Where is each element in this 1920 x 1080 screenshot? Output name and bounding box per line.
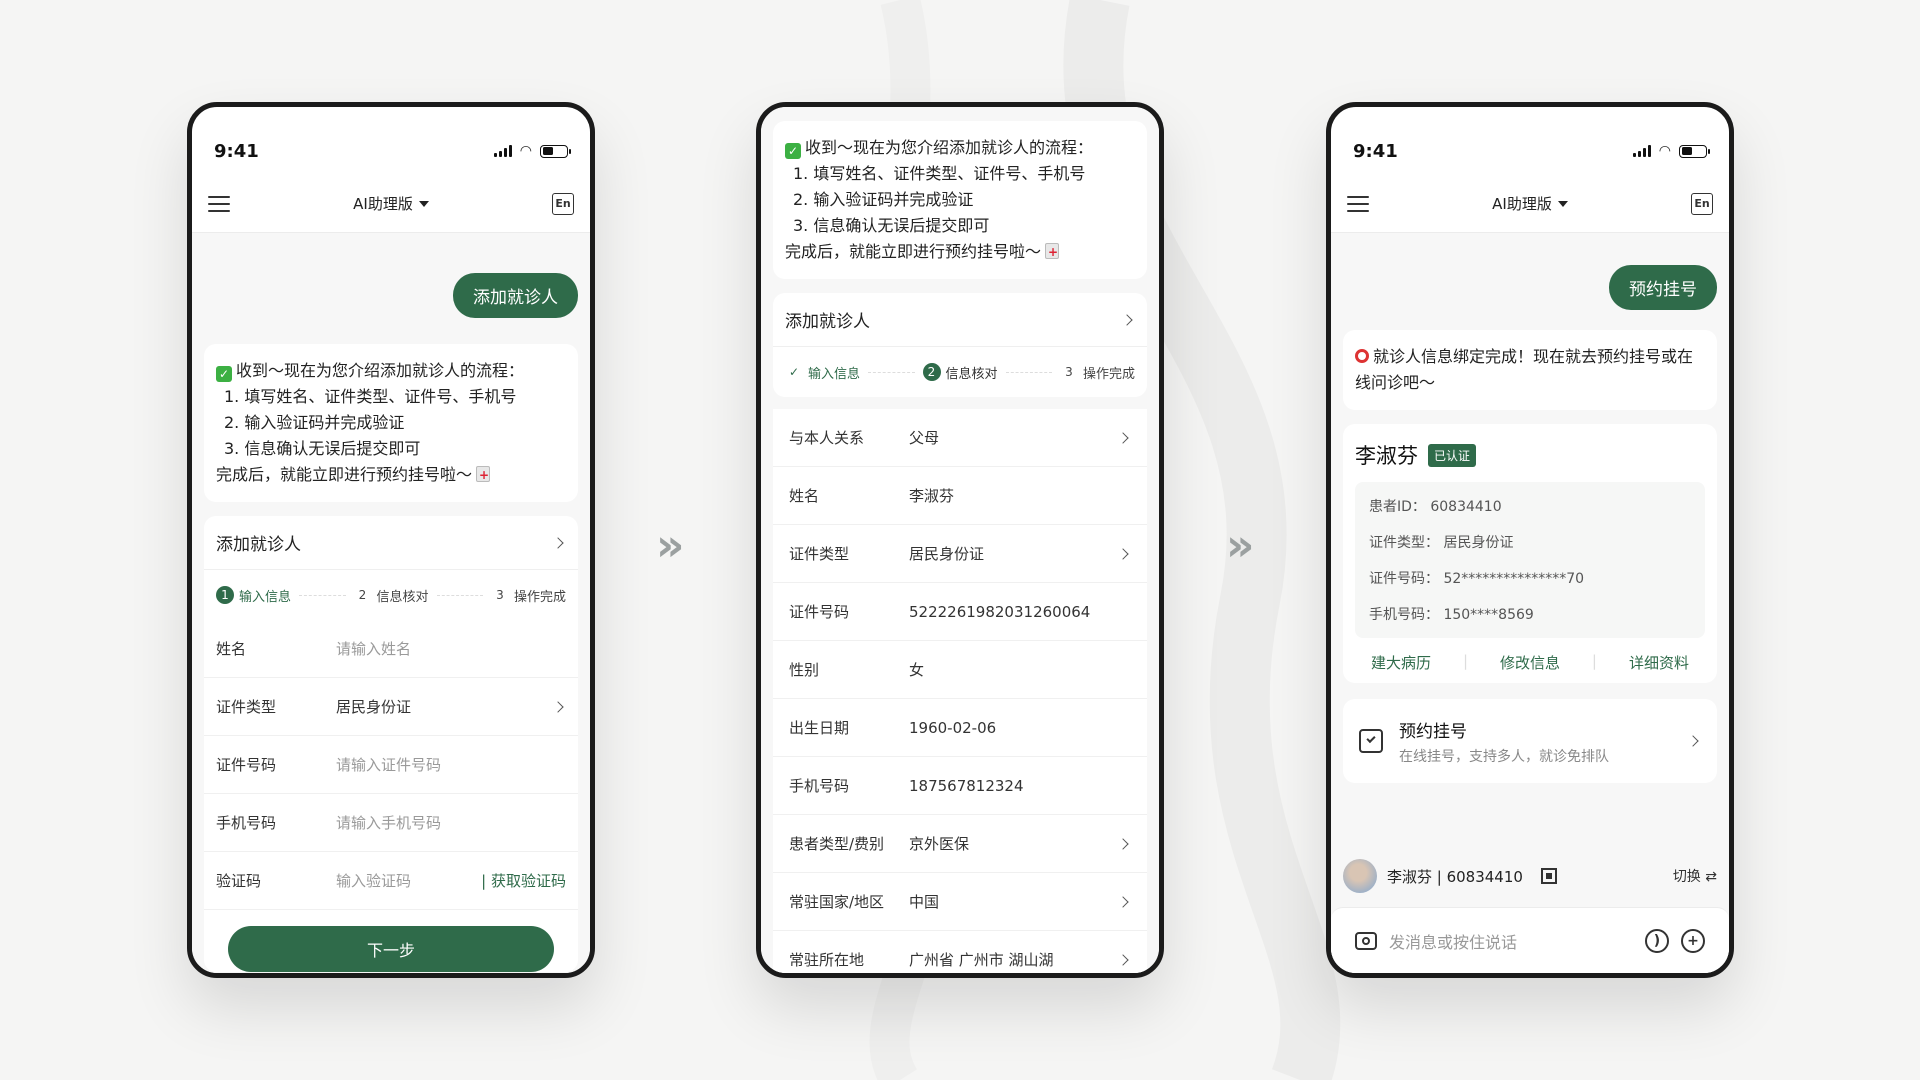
- mode-selector[interactable]: AI助理版: [353, 193, 429, 214]
- name-row: 姓名 李淑芬: [773, 467, 1147, 525]
- edit-info-link[interactable]: 修改信息: [1500, 652, 1560, 673]
- patient-name: 李淑芬: [1355, 444, 1418, 468]
- chevron-right-icon: [1117, 895, 1129, 908]
- verify-code-field[interactable]: 验证码输入验证码获取验证码: [204, 852, 578, 910]
- get-code-button[interactable]: 获取验证码: [481, 870, 566, 891]
- add-patient-form: 添加就诊人 ✓ 输入信息 2 信息核对 3 操作完成: [773, 293, 1147, 397]
- hospital-icon: [1045, 239, 1060, 265]
- menu-icon[interactable]: [208, 195, 230, 212]
- qr-code-icon[interactable]: [1540, 868, 1557, 884]
- id-number-field[interactable]: 证件号码 请输入证件号码: [204, 736, 578, 794]
- nav-bar: AI助理版 En: [192, 175, 590, 233]
- verified-badge: 已认证: [1428, 443, 1477, 467]
- step-complete: 3 操作完成: [496, 588, 567, 605]
- flow-arrow-icon: »: [656, 520, 685, 571]
- phone-row: 手机号码 187567812324: [773, 757, 1147, 815]
- verify-info-list: 与本人关系 父母 姓名 李淑芬 证件类型 居民身份证 证件号码 522226198203…: [773, 397, 1147, 973]
- caret-down-icon: [1557, 200, 1568, 207]
- progress-steps: 1 输入信息 2 信息核对 3 操作完成: [204, 570, 578, 620]
- bot-message: ✓ 收到～现在为您介绍添加就诊人的流程： 1. 填写姓名、证件类型、证件号、手机号…: [204, 344, 578, 502]
- chat-area: 添加就诊人 ✓ 收到～现在为您介绍添加就诊人的流程： 1. 填写姓名、证件类型、证…: [192, 233, 590, 973]
- status-time: 9:41: [1353, 140, 1398, 162]
- camera-icon[interactable]: [1355, 931, 1377, 950]
- chevron-right-icon: [1117, 431, 1129, 444]
- current-patient-bar: 李淑芬 | 60834410 切换 ⇄: [1343, 845, 1717, 907]
- signal-icon: [493, 145, 512, 157]
- name-field[interactable]: 姓名 请输入姓名: [204, 620, 578, 678]
- add-patient-form: 添加就诊人 1 输入信息 2 信息核对 3 操作完成 姓名 请输入姓名 证件类型 居民身份…: [204, 516, 578, 972]
- step-complete: 3 操作完成: [1065, 365, 1136, 382]
- chevron-right-icon: [552, 700, 564, 713]
- gender-row: 性别女: [773, 641, 1147, 699]
- plus-icon[interactable]: +: [1681, 928, 1705, 953]
- signal-icon: [1632, 145, 1651, 157]
- language-toggle-icon[interactable]: En: [552, 192, 574, 215]
- language-toggle-icon[interactable]: En: [1691, 192, 1713, 215]
- avatar: [1343, 859, 1377, 893]
- form-header[interactable]: 添加就诊人: [773, 293, 1147, 347]
- form-header[interactable]: 添加就诊人: [204, 516, 578, 570]
- status-time: 9:41: [214, 140, 259, 162]
- patient-actions: 建大病历 | 修改信息 | 详细资料: [1370, 652, 1689, 673]
- relation-row[interactable]: 与本人关系 父母: [773, 409, 1147, 467]
- patient-info: 患者ID： 60834410 证件类型： 居民身份证 证件号码： 52*****…: [1355, 482, 1705, 638]
- bot-message: ✓ 收到～现在为您介绍添加就诊人的流程： 1. 填写姓名、证件类型、证件号、手机号…: [773, 121, 1147, 279]
- caret-down-icon: [418, 200, 429, 207]
- phone-screen-appointment: 9:41 ◠ AI助理版 En 预约挂号 就诊人信息绑定完成！现在就去预约挂号或…: [1326, 102, 1734, 978]
- message-input-bar: 发消息或按住说话 ) +: [1331, 907, 1729, 973]
- chat-area: ✓ 收到～现在为您介绍添加就诊人的流程： 1. 填写姓名、证件类型、证件号、手机号…: [761, 107, 1159, 973]
- chevron-right-icon: [552, 536, 564, 549]
- step-verify-info: 2 信息核对: [922, 363, 998, 382]
- chevron-right-icon: [1121, 313, 1133, 326]
- bot-message: 就诊人信息绑定完成！现在就去预约挂号或在线问诊吧～: [1343, 330, 1717, 410]
- id-type-select[interactable]: 证件类型 居民身份证: [204, 678, 578, 736]
- next-button[interactable]: 下一步: [228, 926, 554, 972]
- voice-icon[interactable]: ): [1645, 928, 1669, 953]
- check-icon: ✓: [216, 366, 232, 382]
- user-message: 添加就诊人: [453, 273, 578, 318]
- id-number-row: 证件号码 522226198203126006​4: [773, 583, 1147, 641]
- phone-screen-add-patient: 9:41 ◠ AI助理版 En 添加就诊人 ✓ 收到～现在为您介绍添加就诊人的流程…: [187, 102, 595, 978]
- chat-area: 预约挂号 就诊人信息绑定完成！现在就去预约挂号或在线问诊吧～ 李淑芬 已认证 患者…: [1331, 233, 1729, 973]
- flow-arrow-icon: »: [1226, 520, 1255, 571]
- id-type-row[interactable]: 证件类型 居民身份证: [773, 525, 1147, 583]
- check-icon: ✓: [785, 143, 801, 159]
- hospital-icon: [476, 462, 491, 488]
- battery-icon: [1679, 144, 1710, 158]
- target-icon: [1355, 349, 1369, 363]
- nav-bar: AI助理版 En: [1331, 175, 1729, 233]
- wifi-icon: ◠: [519, 143, 532, 159]
- phone-screen-verify-info: ✓ 收到～现在为您介绍添加就诊人的流程： 1. 填写姓名、证件类型、证件号、手机号…: [756, 102, 1164, 978]
- menu-icon[interactable]: [1347, 195, 1369, 212]
- switch-patient-button[interactable]: 切换 ⇄: [1673, 866, 1717, 886]
- status-bar: 9:41 ◠: [1331, 107, 1729, 175]
- country-row[interactable]: 常驻国家/地区 中国: [773, 873, 1147, 931]
- chevron-right-icon: [1117, 953, 1129, 966]
- user-message: 预约挂号: [1609, 265, 1717, 310]
- details-link[interactable]: 详细资料: [1629, 652, 1689, 673]
- birthdate-row: 出生日期 1960-02-06: [773, 699, 1147, 757]
- chevron-right-icon: [1117, 837, 1129, 850]
- calendar-check-icon: [1359, 729, 1383, 753]
- progress-steps: ✓ 输入信息 2 信息核对 3 操作完成: [773, 347, 1147, 397]
- step-input-info: ✓ 输入信息: [788, 365, 861, 382]
- step-verify-info: 2 信息核对: [358, 588, 429, 605]
- bottom-dock: 李淑芬 | 60834410 切换 ⇄ 发消息或按住说话 ) +: [1331, 845, 1729, 973]
- chevron-right-icon: [1687, 735, 1699, 747]
- patient-card: 李淑芬 已认证 患者ID： 60834410 证件类型： 居民身份证 证件号码： …: [1343, 424, 1717, 683]
- wifi-icon: ◠: [1658, 143, 1671, 159]
- chevron-right-icon: [1117, 547, 1129, 560]
- phone-field[interactable]: 手机号码 请输入手机号码: [204, 794, 578, 852]
- mode-selector[interactable]: AI助理版: [1492, 193, 1568, 214]
- create-record-link[interactable]: 建大病历: [1371, 652, 1431, 673]
- patient-type-row[interactable]: 患者类型/费别 京外医保: [773, 815, 1147, 873]
- residence-row[interactable]: 常驻所在地 广州省 广州市 湖山湖: [773, 931, 1147, 973]
- step-input-info: 1 输入信息: [216, 586, 291, 605]
- appointment-card[interactable]: 预约挂号 在线挂号，支持多人，就诊免排队: [1343, 699, 1717, 783]
- message-input[interactable]: 发消息或按住说话: [1389, 929, 1633, 953]
- battery-icon: [540, 144, 571, 158]
- status-bar: 9:41 ◠: [192, 107, 590, 175]
